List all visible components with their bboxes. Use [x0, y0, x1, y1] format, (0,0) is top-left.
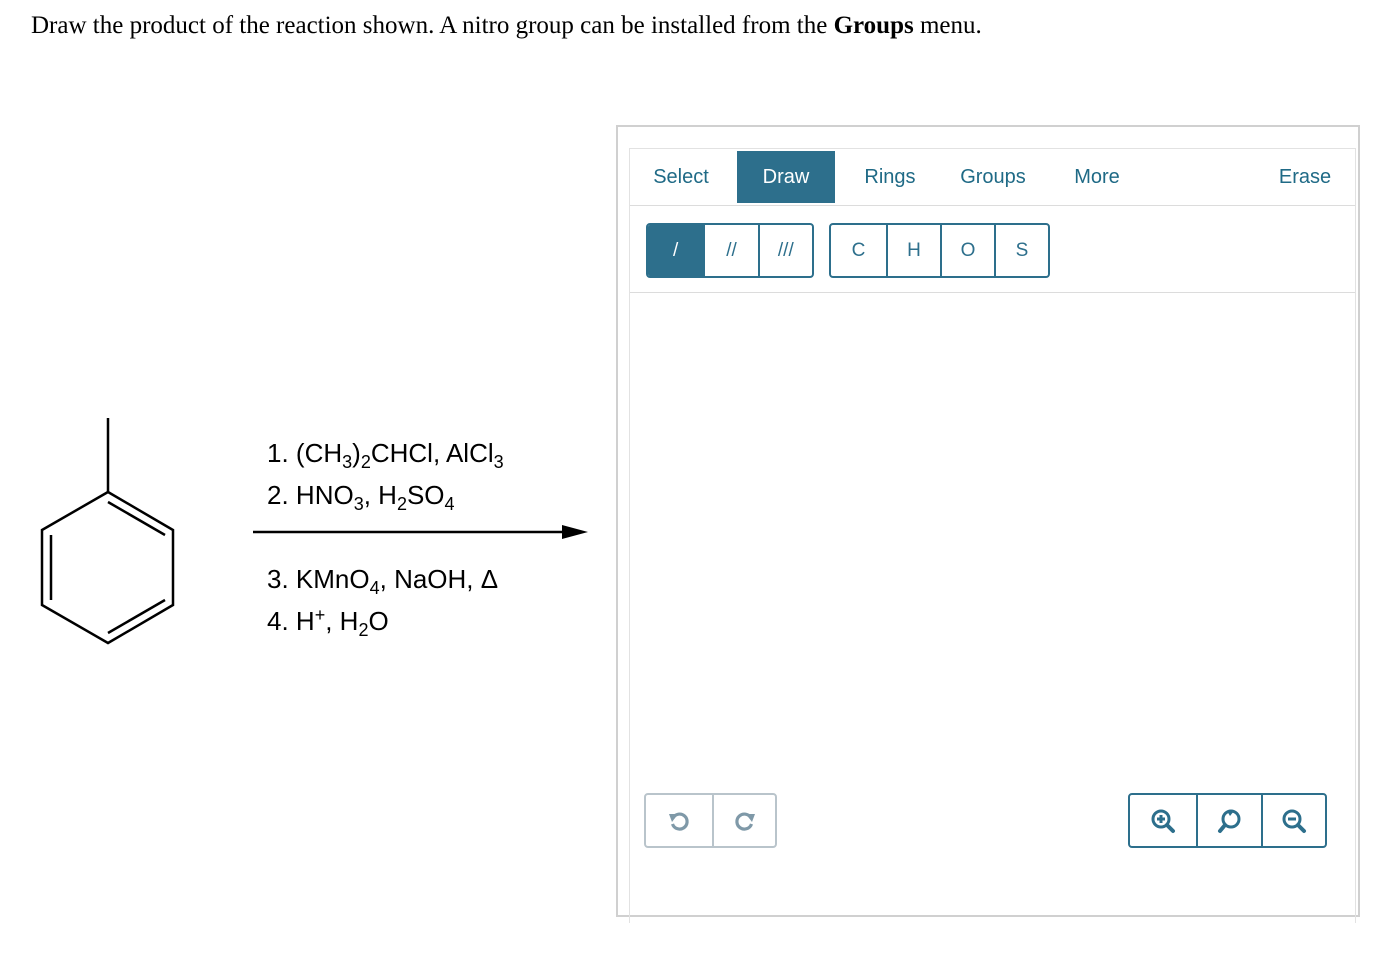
zoom-reset-button[interactable]: [1196, 795, 1261, 846]
zoom-buttons: [1128, 793, 1327, 848]
atom-h-button[interactable]: H: [886, 225, 940, 276]
tab-draw[interactable]: Draw: [737, 151, 835, 203]
prompt-text-end: menu.: [913, 12, 982, 39]
zoom-reset-icon: [1217, 809, 1240, 833]
chemical-sketcher: Select Draw Rings Groups More Erase / //…: [616, 125, 1360, 923]
triple-bond-button[interactable]: ///: [757, 225, 812, 276]
reaction-arrow: [253, 525, 588, 539]
redo-button[interactable]: [712, 795, 775, 846]
redo-icon: [734, 812, 755, 831]
atom-c-button[interactable]: C: [831, 225, 886, 276]
reagent-step-2: 2. HNO3, H2SO4: [267, 480, 455, 514]
double-bond-2: [107, 598, 166, 635]
tab-rings[interactable]: Rings: [856, 151, 924, 203]
atom-buttons: C H O S: [829, 223, 1050, 278]
tab-erase[interactable]: Erase: [1272, 151, 1338, 203]
zoom-out-icon: [1282, 809, 1306, 833]
undo-icon: [669, 812, 689, 831]
double-bond-1: [107, 500, 166, 537]
zoom-out-button[interactable]: [1261, 795, 1325, 846]
reagent-step-1: 1. (CH3)2CHCl, AlCl3: [267, 438, 504, 472]
tab-more[interactable]: More: [1066, 151, 1128, 203]
prompt-bold: Groups: [833, 12, 914, 39]
reagent-step-4: 4. H+, H2O: [267, 605, 389, 640]
zoom-in-button[interactable]: [1130, 795, 1196, 846]
tab-select[interactable]: Select: [646, 151, 716, 203]
atom-o-button[interactable]: O: [940, 225, 994, 276]
benzene-ring: [40, 490, 175, 645]
sketcher-frame: Select Draw Rings Groups More Erase / //…: [629, 148, 1356, 923]
atom-s-button[interactable]: S: [994, 225, 1048, 276]
undo-button[interactable]: [646, 795, 712, 846]
single-bond-button[interactable]: /: [648, 225, 704, 276]
tab-groups[interactable]: Groups: [952, 151, 1034, 203]
reaction-scheme: 1. (CH3)2CHCl, AlCl3 2. HNO3, H2SO4 3. K…: [0, 0, 600, 962]
double-bond-button[interactable]: //: [703, 225, 757, 276]
bond-buttons: / // ///: [646, 223, 814, 278]
draw-tool-row: / // /// C H O S: [630, 206, 1355, 293]
zoom-in-icon: [1151, 809, 1175, 833]
reagent-step-3: 3. KMnO4, NaOH, Δ: [267, 564, 499, 598]
sketcher-tabbar: Select Draw Rings Groups More Erase: [630, 148, 1355, 206]
history-buttons: [644, 793, 777, 848]
